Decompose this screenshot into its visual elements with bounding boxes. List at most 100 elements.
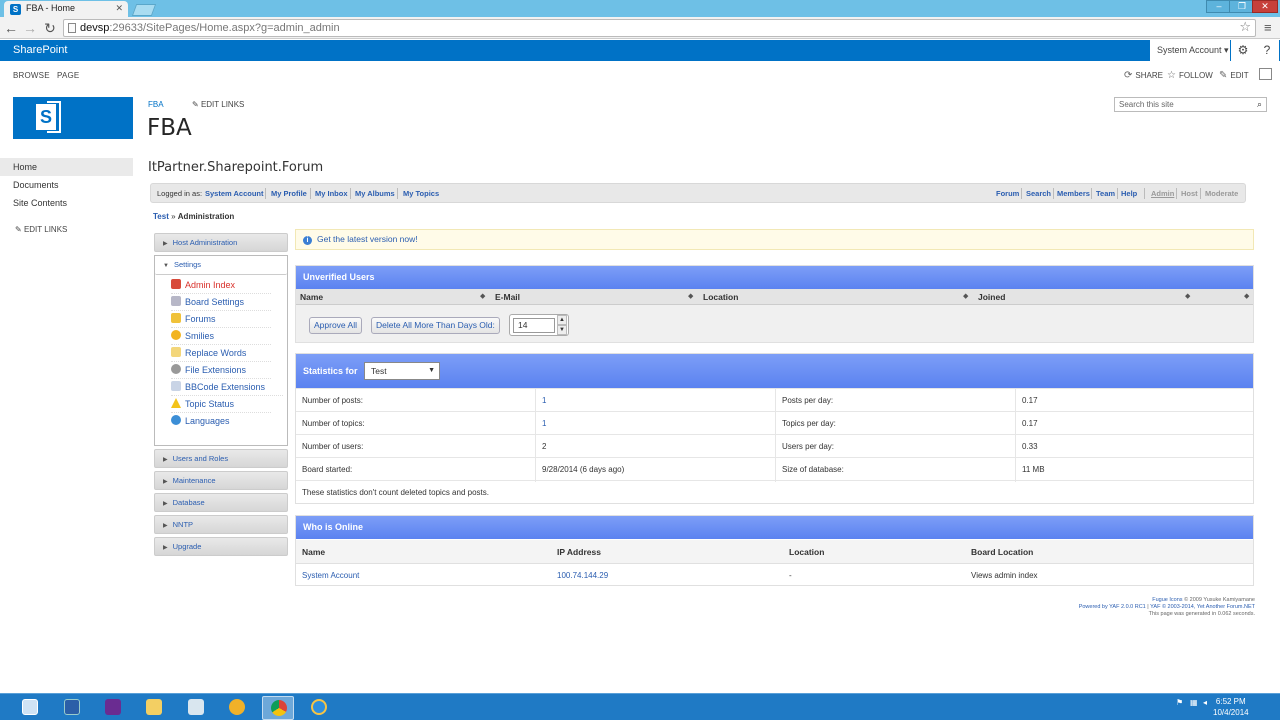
nav-documents[interactable]: Documents bbox=[0, 176, 133, 194]
site-search-input[interactable]: Search this site ⌕ bbox=[1114, 97, 1267, 112]
share-button[interactable]: ⟳ SHARE bbox=[1124, 70, 1163, 81]
stat-label: Board started: bbox=[302, 465, 353, 474]
nav-site-contents[interactable]: Site Contents bbox=[0, 194, 133, 212]
powered-by-link[interactable]: Powered by YAF 2.0.0 RC1 bbox=[1079, 604, 1146, 610]
panel-title: Unverified Users bbox=[296, 266, 1253, 289]
statistics-panel: Statistics for Test ▼ Number of posts: 1 … bbox=[295, 353, 1254, 504]
menu-item-admin-index[interactable]: Admin Index bbox=[171, 277, 271, 294]
col-name[interactable]: Name bbox=[300, 292, 323, 302]
close-window-button[interactable]: ✕ bbox=[1252, 0, 1278, 13]
my-profile-link[interactable]: My Profile bbox=[271, 189, 307, 198]
online-user-link[interactable]: System Account bbox=[302, 571, 359, 580]
file-explorer-icon[interactable] bbox=[138, 696, 170, 720]
yaf-link[interactable]: YAF © 2003-2014, Yet Another Forum.NET bbox=[1150, 604, 1255, 610]
search-link[interactable]: Search bbox=[1026, 189, 1051, 198]
search-icon[interactable]: ⌕ bbox=[1257, 99, 1262, 110]
back-icon[interactable]: ← bbox=[3, 20, 19, 36]
tab-browse[interactable]: BROWSE bbox=[13, 71, 50, 80]
browser-tab[interactable]: S FBA - Home ✕ bbox=[4, 1, 128, 17]
internet-explorer-icon[interactable] bbox=[303, 696, 335, 720]
help-icon[interactable]: ? bbox=[1255, 40, 1279, 61]
menu-upgrade[interactable]: ▶ Upgrade bbox=[154, 537, 288, 556]
update-notice[interactable]: i Get the latest version now! bbox=[295, 229, 1254, 250]
focus-mode-icon[interactable] bbox=[1259, 68, 1272, 80]
app-icon[interactable] bbox=[180, 696, 212, 720]
my-inbox-link[interactable]: My Inbox bbox=[315, 189, 348, 198]
server-manager-icon[interactable] bbox=[14, 696, 46, 720]
menu-item-bbcode-extensions[interactable]: BBCode Extensions bbox=[171, 379, 283, 396]
team-link[interactable]: Team bbox=[1096, 189, 1115, 198]
bookmark-star-icon[interactable]: ☆ bbox=[1239, 19, 1251, 35]
stepper-down-icon[interactable]: ▼ bbox=[557, 325, 567, 335]
nav-home[interactable]: Home bbox=[0, 158, 133, 176]
menu-item-board-settings[interactable]: Board Settings bbox=[171, 294, 271, 311]
forum-link[interactable]: Forum bbox=[996, 189, 1019, 198]
sort-icon[interactable]: ◆ bbox=[1185, 292, 1190, 300]
menu-item-smilies[interactable]: Smilies bbox=[171, 328, 271, 345]
address-bar[interactable]: devsp:29633/SitePages/Home.aspx?g=admin_… bbox=[63, 19, 1256, 37]
menu-item-languages[interactable]: Languages bbox=[171, 413, 271, 430]
reload-icon[interactable]: ↻ bbox=[42, 20, 58, 36]
delete-older-button[interactable]: Delete All More Than Days Old: bbox=[371, 317, 500, 334]
menu-host-administration[interactable]: ▶ Host Administration bbox=[154, 233, 288, 252]
clock[interactable]: 6:52 PM 10/4/2014 bbox=[1213, 696, 1249, 718]
tray-volume-icon[interactable]: ◂ bbox=[1203, 698, 1207, 707]
online-ip-link[interactable]: 100.74.144.29 bbox=[557, 571, 608, 580]
edit-button[interactable]: ✎ EDIT bbox=[1219, 70, 1249, 81]
col-joined[interactable]: Joined bbox=[978, 292, 1005, 302]
sort-icon[interactable]: ◆ bbox=[963, 292, 968, 300]
edit-links-top[interactable]: ✎ EDIT LINKS bbox=[192, 100, 244, 109]
menu-item-topic-status[interactable]: Topic Status bbox=[171, 396, 271, 413]
stat-value[interactable]: 1 bbox=[542, 396, 546, 405]
stat-label: Users per day: bbox=[782, 442, 835, 451]
board-select[interactable]: Test ▼ bbox=[364, 362, 440, 380]
approve-all-button[interactable]: Approve All bbox=[309, 317, 362, 334]
col-email[interactable]: E-Mail bbox=[495, 292, 520, 302]
browser-menu-icon[interactable]: ≡ bbox=[1264, 20, 1272, 35]
menu-item-replace-words[interactable]: Replace Words bbox=[171, 345, 271, 362]
powershell-icon[interactable] bbox=[56, 696, 88, 720]
visual-studio-icon[interactable] bbox=[97, 696, 129, 720]
tab-page[interactable]: PAGE bbox=[57, 71, 79, 80]
menu-item-label: Topic Status bbox=[185, 399, 235, 409]
admin-link[interactable]: Admin bbox=[1151, 189, 1174, 198]
settings-app-icon[interactable] bbox=[221, 696, 253, 720]
user-link[interactable]: System Account bbox=[205, 189, 264, 198]
tray-flag-icon[interactable]: ⚑ bbox=[1176, 698, 1183, 707]
sort-icon[interactable]: ◆ bbox=[480, 292, 485, 300]
host-link[interactable]: Host bbox=[1181, 189, 1198, 198]
menu-maintenance[interactable]: ▶ Maintenance bbox=[154, 471, 288, 490]
breadcrumb-board-link[interactable]: Test bbox=[153, 212, 169, 221]
col-location[interactable]: Location bbox=[703, 292, 738, 302]
menu-users-and-roles[interactable]: ▶ Users and Roles bbox=[154, 449, 288, 468]
new-tab-button[interactable] bbox=[131, 4, 157, 16]
fugue-icons-link[interactable]: Fugue Icons bbox=[1152, 597, 1182, 603]
forward-icon[interactable]: → bbox=[22, 20, 38, 36]
menu-item-forums[interactable]: Forums bbox=[171, 311, 271, 328]
menu-settings-header[interactable]: ▼ Settings bbox=[155, 256, 287, 275]
menu-nntp[interactable]: ▶ NNTP bbox=[154, 515, 288, 534]
sort-icon[interactable]: ◆ bbox=[688, 292, 693, 300]
chrome-icon[interactable] bbox=[262, 696, 294, 720]
menu-database[interactable]: ▶ Database bbox=[154, 493, 288, 512]
help-link[interactable]: Help bbox=[1121, 189, 1137, 198]
stepper-up-icon[interactable]: ▲ bbox=[557, 315, 567, 325]
sharepoint-brand[interactable]: SharePoint bbox=[13, 44, 67, 56]
moderate-link[interactable]: Moderate bbox=[1205, 189, 1238, 198]
star-icon: ☆ bbox=[1167, 70, 1176, 81]
site-logo[interactable]: S bbox=[13, 97, 133, 139]
days-old-input[interactable]: 14 bbox=[513, 318, 555, 333]
my-topics-link[interactable]: My Topics bbox=[403, 189, 439, 198]
edit-links-nav[interactable]: ✎ EDIT LINKS bbox=[15, 225, 67, 234]
account-menu[interactable]: System Account ▾ bbox=[1150, 40, 1230, 61]
members-link[interactable]: Members bbox=[1057, 189, 1090, 198]
sort-icon[interactable]: ◆ bbox=[1244, 292, 1249, 300]
menu-item-file-extensions[interactable]: File Extensions bbox=[171, 362, 271, 379]
tray-network-icon[interactable]: ▦ bbox=[1190, 698, 1198, 707]
breadcrumb-site[interactable]: FBA bbox=[148, 100, 164, 109]
gear-icon[interactable]: ⚙ bbox=[1231, 40, 1255, 61]
my-albums-link[interactable]: My Albums bbox=[355, 189, 395, 198]
follow-button[interactable]: ☆ FOLLOW bbox=[1167, 70, 1213, 81]
close-tab-icon[interactable]: ✕ bbox=[115, 3, 123, 14]
stat-value[interactable]: 1 bbox=[542, 419, 546, 428]
